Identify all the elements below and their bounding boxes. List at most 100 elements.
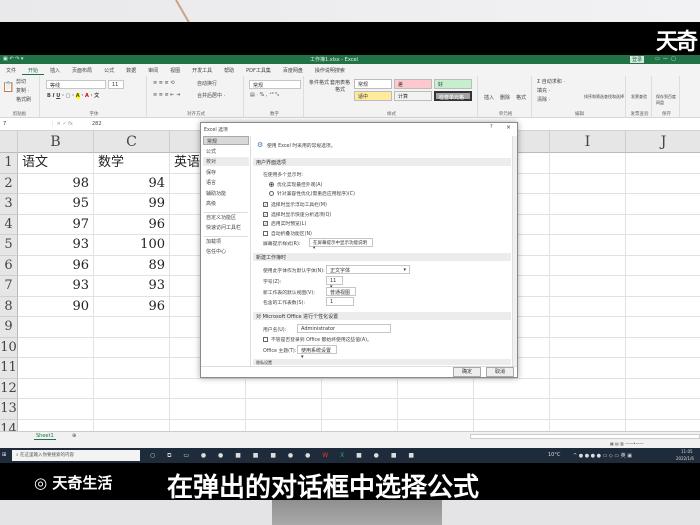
cell[interactable]: [626, 153, 700, 174]
font-size-select[interactable]: 11 ▾: [326, 276, 343, 290]
taskbar-apps[interactable]: ○ ⧉ ▭ ● ● ■ ■ ■ ● ● W X ■ ● ■ ■: [150, 452, 419, 460]
cell[interactable]: [550, 235, 626, 256]
ribbon-tab[interactable]: 文件: [0, 65, 22, 75]
taskbar-search[interactable]: ⌕ 在这里输入你要搜索的内容: [12, 450, 140, 461]
cell[interactable]: [170, 419, 246, 431]
option-checkbox[interactable]: ✓ 启用实时预览(L): [263, 220, 306, 227]
ribbon-tab[interactable]: 视图: [164, 65, 186, 75]
cell[interactable]: [626, 317, 700, 338]
cell[interactable]: [18, 317, 94, 338]
number-format-select[interactable]: 常规: [249, 80, 301, 89]
nav-item[interactable]: 语言: [203, 178, 249, 187]
nav-item[interactable]: 保存: [203, 168, 249, 177]
name-box[interactable]: 7: [0, 120, 32, 129]
cancel-button[interactable]: 取消: [486, 367, 514, 377]
cell-style-swatch[interactable]: 计算: [394, 91, 432, 101]
cell[interactable]: [398, 419, 474, 431]
row-header[interactable]: 10: [0, 337, 18, 358]
option-checkbox[interactable]: ✓ 选择时显示快速分析选项(Q): [263, 211, 331, 218]
nav-item[interactable]: 高级: [203, 199, 249, 208]
ribbon-tab[interactable]: 开发工具: [186, 65, 218, 75]
radio-compatibility[interactable]: 针对兼容性优化(需重启应用程序)(C): [269, 190, 355, 197]
format-as-table-button[interactable]: 套用表格格式: [330, 79, 350, 93]
close-button[interactable]: ×: [506, 124, 511, 131]
row-header[interactable]: 1: [0, 153, 18, 174]
always-use-checkbox[interactable]: 不管是否登录到 Office 都始终使用这些值(A)。: [263, 336, 372, 343]
view-buttons[interactable]: ▦ ▤ ▥ ——•——: [610, 441, 644, 446]
cell[interactable]: [550, 378, 626, 399]
default-font-select[interactable]: 正文字体 ▾: [326, 265, 410, 274]
format-painter-button[interactable]: 格式刷: [16, 96, 31, 103]
font-name-select[interactable]: 等线: [46, 80, 106, 89]
cell[interactable]: [626, 174, 700, 194]
cell-style-swatch[interactable]: 好: [434, 79, 472, 89]
autosum-button[interactable]: Σ 自动求和 ·: [537, 78, 565, 85]
align-buttons-2[interactable]: ≡ ≡ ≡ ⇤ ⇥: [153, 92, 180, 98]
conditional-format-button[interactable]: 条件格式: [309, 79, 329, 86]
nav-item[interactable]: 自定义功能区: [203, 213, 249, 222]
row-header[interactable]: 4: [0, 214, 18, 235]
cell[interactable]: [626, 358, 700, 379]
row-header[interactable]: 2: [0, 173, 18, 194]
ribbon-tab[interactable]: 插入: [44, 65, 66, 75]
username-input[interactable]: Administrator: [297, 324, 391, 333]
cell-style-swatch[interactable]: 适中: [354, 91, 392, 101]
login-button[interactable]: 登录: [630, 56, 645, 63]
start-icon[interactable]: ⊞: [2, 452, 6, 458]
nav-item[interactable]: 公式: [203, 147, 249, 156]
select-all-corner[interactable]: [0, 131, 18, 153]
ribbon-tab[interactable]: 数据: [120, 65, 142, 75]
ribbon-tab[interactable]: 页面布局: [66, 65, 98, 75]
cell[interactable]: [322, 378, 398, 399]
cell[interactable]: 93: [94, 276, 170, 297]
ok-button[interactable]: 确定: [453, 367, 481, 377]
sheet-tab[interactable]: Sheet1: [34, 433, 56, 440]
nav-item[interactable]: 快速访问工具栏: [203, 223, 249, 232]
cell[interactable]: [626, 420, 700, 432]
checkbox[interactable]: ✓: [263, 221, 268, 226]
cell[interactable]: 100: [94, 235, 170, 256]
option-checkbox[interactable]: 自动折叠功能区(N): [263, 230, 312, 237]
cell[interactable]: [94, 358, 170, 379]
ribbon-tab[interactable]: 帮助: [218, 65, 240, 75]
cell-style-swatch[interactable]: 差: [394, 79, 432, 89]
cell[interactable]: [170, 378, 246, 399]
formula-icons[interactable]: ⋮ ✕ ✓ fx: [50, 121, 73, 127]
cut-button[interactable]: 剪切: [16, 78, 26, 85]
checkbox[interactable]: ✓: [263, 211, 268, 217]
office-theme-select[interactable]: 使用系统设置 ▾: [297, 345, 337, 360]
option-checkbox[interactable]: ✓ 选择时显示浮动工具栏(M): [263, 201, 327, 208]
cell[interactable]: [94, 399, 170, 420]
checkbox[interactable]: ✓: [263, 202, 268, 207]
tray-icons[interactable]: ^ ● ● ● ● ▭ ◇ ▭ 英 ▣: [573, 452, 632, 459]
checkbox[interactable]: [263, 230, 268, 236]
row-header[interactable]: 13: [0, 399, 18, 420]
cell[interactable]: 96: [94, 296, 170, 317]
cell[interactable]: [626, 194, 700, 215]
cell[interactable]: [626, 215, 700, 235]
cell[interactable]: 90: [18, 296, 94, 317]
cell[interactable]: [626, 256, 700, 276]
ribbon-tab[interactable]: 百度网盘: [277, 65, 309, 75]
cell[interactable]: [626, 276, 700, 297]
cell[interactable]: 数学: [94, 153, 170, 174]
copy-button[interactable]: 复制 ·: [16, 87, 29, 94]
paste-icon[interactable]: 📋: [2, 82, 14, 93]
cell[interactable]: [550, 255, 626, 276]
cell[interactable]: 89: [94, 255, 170, 276]
cell[interactable]: [550, 194, 626, 215]
cell[interactable]: [550, 153, 626, 174]
ribbon-tab[interactable]: 开始: [22, 65, 45, 75]
cell[interactable]: [94, 419, 170, 431]
formula-input[interactable]: 282: [92, 121, 102, 127]
column-header[interactable]: J: [626, 131, 700, 153]
row-header[interactable]: 5: [0, 235, 18, 256]
cell[interactable]: 99: [94, 194, 170, 215]
cell[interactable]: [626, 379, 700, 399]
nav-item[interactable]: 校对: [203, 157, 249, 166]
cell[interactable]: [550, 317, 626, 338]
row-header[interactable]: 6: [0, 255, 18, 276]
cell[interactable]: 94: [94, 173, 170, 194]
cell[interactable]: [94, 337, 170, 358]
nav-item[interactable]: 信任中心: [203, 247, 249, 256]
